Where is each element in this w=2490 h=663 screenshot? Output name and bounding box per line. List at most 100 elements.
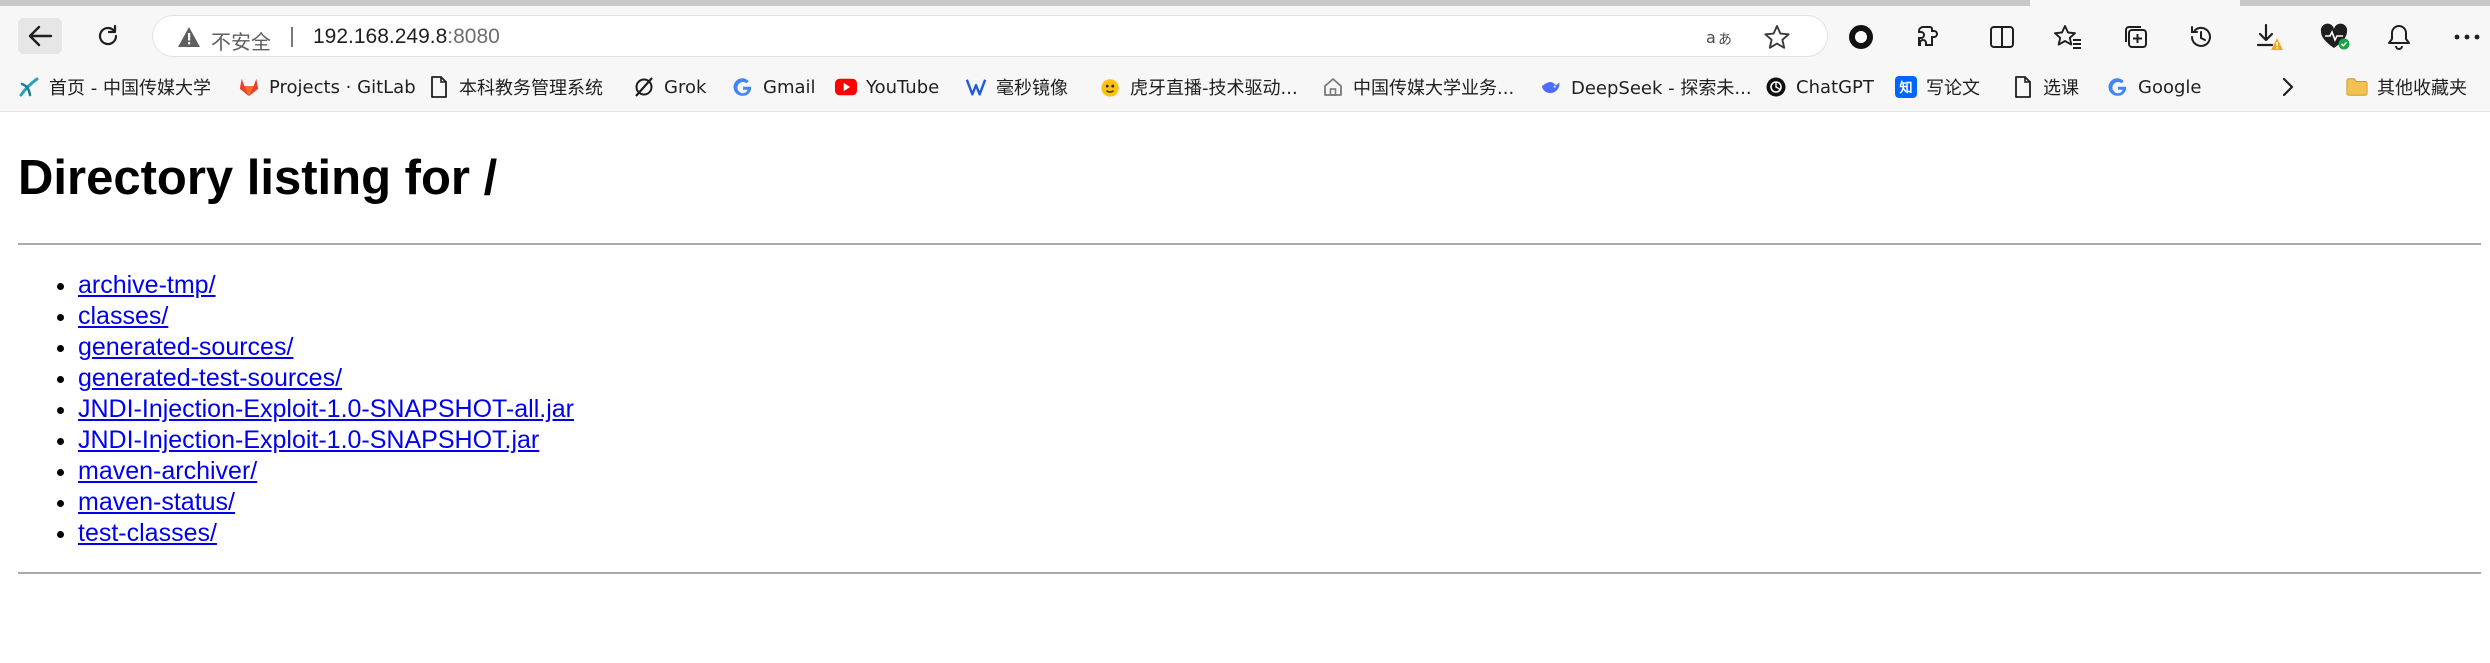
list-item: JNDI-Injection-Exploit-1.0-SNAPSHOT.jar xyxy=(78,425,574,456)
bookmark-label: 本科教务管理系统 xyxy=(459,78,603,99)
directory-list: archive-tmp/ classes/ generated-sources/… xyxy=(50,270,574,549)
favorite-star-icon[interactable] xyxy=(1763,24,1791,50)
tab-strip-segment xyxy=(0,0,2030,6)
insecure-label[interactable]: 不安全 xyxy=(211,26,271,55)
list-item: classes/ xyxy=(78,301,574,332)
bookmark-mirror[interactable]: 毫秒镜像 xyxy=(965,74,1068,100)
tab-strip-segment xyxy=(2240,0,2490,6)
collections-icon[interactable] xyxy=(2121,22,2151,52)
huya-icon xyxy=(1099,76,1121,98)
chevron-right-icon xyxy=(2282,77,2294,97)
bookmark-cuc[interactable]: 首页 - 中国传媒大学 xyxy=(18,74,211,100)
folder-icon xyxy=(2346,76,2368,98)
other-bookmarks-label: 其他收藏夹 xyxy=(2377,78,2467,99)
warning-icon[interactable] xyxy=(177,25,201,49)
bookmark-label: 毫秒镜像 xyxy=(996,78,1068,99)
bookmark-course-selection[interactable]: 选课 xyxy=(2012,74,2079,100)
page-icon xyxy=(428,76,450,98)
page-title: Directory listing for / xyxy=(18,151,498,205)
bookmark-academic-system[interactable]: 本科教务管理系统 xyxy=(428,74,603,100)
bookmark-google[interactable]: Google xyxy=(2107,74,2201,100)
svg-text:あ: あ xyxy=(1718,32,1732,48)
read-aloud-icon[interactable]: aあ xyxy=(1705,25,1735,49)
bookmark-gitlab[interactable]: Projects · GitLab xyxy=(238,74,416,100)
reload-icon xyxy=(98,24,118,46)
more-icon[interactable] xyxy=(2452,22,2482,52)
list-item: test-classes/ xyxy=(78,518,574,549)
list-item: archive-tmp/ xyxy=(78,270,574,301)
google-icon xyxy=(732,76,754,98)
bookmark-label: Projects · GitLab xyxy=(269,76,416,98)
bookmark-grok[interactable]: Grok xyxy=(633,74,706,100)
bookmark-deepseek[interactable]: DeepSeek - 探索未... xyxy=(1540,74,1752,100)
chatgpt-icon xyxy=(1765,76,1787,98)
bookmark-label: 首页 - 中国传媒大学 xyxy=(49,78,211,99)
bookmark-label: ChatGPT xyxy=(1796,76,1874,98)
address-host: 192.168.249.8 xyxy=(313,25,448,48)
browser-toolbar: 不安全 192.168.249.8:8080 aあ xyxy=(0,8,2490,64)
cuc-icon xyxy=(18,76,40,98)
file-link[interactable]: JNDI-Injection-Exploit-1.0-SNAPSHOT-all.… xyxy=(78,395,574,423)
bookmark-label: Gmail xyxy=(763,76,816,98)
address-separator xyxy=(291,27,293,47)
bookmark-write-paper[interactable]: 知 写论文 xyxy=(1895,74,1980,100)
directory-link[interactable]: maven-archiver/ xyxy=(78,457,257,485)
page-icon xyxy=(2012,76,2034,98)
bookmark-label: 中国传媒大学业务... xyxy=(1353,78,1515,99)
record-icon[interactable] xyxy=(1846,22,1876,52)
directory-link[interactable]: classes/ xyxy=(78,302,168,330)
directory-link[interactable]: maven-status/ xyxy=(78,488,235,516)
bookmark-label: Grok xyxy=(664,76,707,98)
other-bookmarks-folder[interactable]: 其他收藏夹 xyxy=(2346,74,2467,100)
bookmark-label: 虎牙直播-技术驱动... xyxy=(1130,78,1298,99)
address-port: :8080 xyxy=(447,25,500,48)
youtube-icon xyxy=(835,76,857,98)
directory-link[interactable]: archive-tmp/ xyxy=(78,271,216,299)
history-icon[interactable] xyxy=(2186,22,2216,52)
back-icon xyxy=(28,25,53,47)
list-item: JNDI-Injection-Exploit-1.0-SNAPSHOT-all.… xyxy=(78,394,574,425)
file-link[interactable]: JNDI-Injection-Exploit-1.0-SNAPSHOT.jar xyxy=(78,426,539,454)
deepseek-icon xyxy=(1540,76,1562,98)
zhihu-icon: 知 xyxy=(1895,76,1917,98)
favorites-icon[interactable] xyxy=(2053,22,2083,52)
browser-essentials-icon[interactable] xyxy=(2320,22,2350,52)
list-item: maven-archiver/ xyxy=(78,456,574,487)
google-icon xyxy=(2107,76,2129,98)
split-screen-icon[interactable] xyxy=(1987,22,2017,52)
directory-link[interactable]: generated-sources/ xyxy=(78,333,293,361)
bookmark-youtube[interactable]: YouTube xyxy=(835,74,939,100)
downloads-icon[interactable] xyxy=(2254,22,2284,52)
bookmark-huya[interactable]: 虎牙直播-技术驱动... xyxy=(1099,74,1298,100)
directory-link[interactable]: test-classes/ xyxy=(78,519,217,547)
back-button[interactable] xyxy=(18,18,62,54)
bookmarks-bar: 首页 - 中国传媒大学 Projects · GitLab 本科教务管理系统 G… xyxy=(0,64,2490,112)
list-item: maven-status/ xyxy=(78,487,574,518)
extensions-icon[interactable] xyxy=(1914,22,1944,52)
divider xyxy=(18,572,2481,574)
grok-icon xyxy=(633,76,655,98)
divider xyxy=(18,243,2481,245)
notifications-icon[interactable] xyxy=(2384,22,2414,52)
page-content: Directory listing for / archive-tmp/ cla… xyxy=(0,112,2490,663)
mirror-icon xyxy=(965,76,987,98)
home-icon xyxy=(1322,76,1344,98)
reload-button[interactable] xyxy=(86,18,130,54)
bookmark-chatgpt[interactable]: ChatGPT xyxy=(1765,74,1874,100)
bookmark-gmail[interactable]: Gmail xyxy=(732,74,816,100)
address-url[interactable]: 192.168.249.8:8080 xyxy=(313,25,500,49)
bookmark-cuc-business[interactable]: 中国传媒大学业务... xyxy=(1322,74,1514,100)
bookmark-label: DeepSeek - 探索未... xyxy=(1571,78,1752,99)
bookmark-label: Google xyxy=(2138,76,2202,98)
gitlab-icon xyxy=(238,76,260,98)
tab-strip xyxy=(0,0,2490,8)
bookmark-label: 选课 xyxy=(2043,78,2079,99)
bookmark-label: 写论文 xyxy=(1926,78,1980,99)
list-item: generated-test-sources/ xyxy=(78,363,574,394)
bookmarks-overflow-button[interactable] xyxy=(2281,74,2295,100)
directory-link[interactable]: generated-test-sources/ xyxy=(78,364,342,392)
bookmark-label: YouTube xyxy=(866,76,940,98)
svg-text:知: 知 xyxy=(1899,80,1912,96)
address-bar[interactable]: 不安全 192.168.249.8:8080 aあ xyxy=(152,15,1828,57)
list-item: generated-sources/ xyxy=(78,332,574,363)
